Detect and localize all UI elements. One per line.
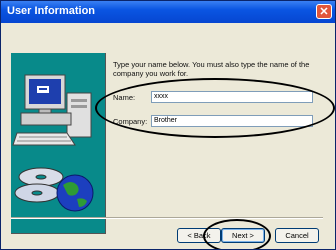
- side-illustration: [11, 53, 106, 234]
- close-icon: ✕: [319, 6, 329, 18]
- close-button[interactable]: ✕: [316, 4, 332, 19]
- dialog-content: Type your name below. You must also type…: [1, 23, 335, 249]
- globe-icon: [56, 174, 94, 212]
- annotation-oval-fields: [95, 78, 335, 138]
- instructions-text: Type your name below. You must also type…: [113, 60, 310, 78]
- title-bar[interactable]: User Information ✕: [1, 1, 335, 23]
- computer-illustration: [12, 74, 94, 212]
- button-divider: [11, 217, 323, 219]
- window-title: User Information: [7, 5, 96, 17]
- dialog-window: User Information ✕ Type your name below.…: [0, 0, 336, 250]
- cancel-button[interactable]: Cancel: [275, 228, 319, 243]
- disc-icon: [14, 167, 64, 203]
- annotation-oval-next: [203, 219, 271, 249]
